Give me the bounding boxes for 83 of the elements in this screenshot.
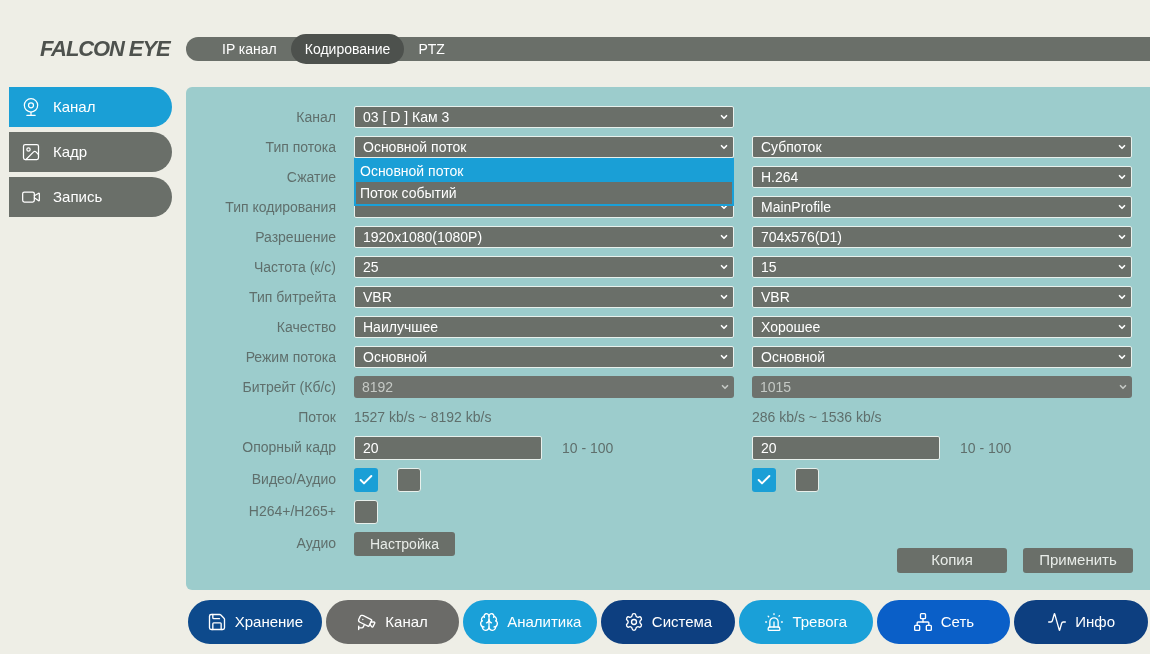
pulse-icon — [1047, 612, 1068, 632]
range-hint: 10 - 100 — [562, 438, 614, 458]
field-label: Качество — [275, 318, 336, 337]
dropdown-select[interactable]: 03 [ D ] Кам 3 — [354, 106, 734, 128]
webcam-icon — [21, 97, 41, 117]
network-icon — [912, 612, 933, 632]
range-hint: 10 - 100 — [960, 438, 1012, 458]
input-field[interactable]: 20 — [752, 436, 940, 460]
picture-icon — [21, 142, 41, 162]
alarm-light-icon — [764, 612, 785, 632]
caret-icon — [1117, 262, 1127, 272]
dropdown-select[interactable]: Основной — [354, 346, 734, 368]
field-label: Битрейт (Кб/с) — [241, 378, 336, 397]
field-label: Опорный кадр — [241, 438, 336, 457]
caret-icon — [719, 262, 729, 272]
caret-icon — [719, 292, 729, 302]
security-camera-icon — [357, 612, 378, 632]
settings-icon — [623, 612, 644, 632]
nav-tab[interactable]: Хранение — [186, 598, 324, 646]
caret-icon — [719, 112, 729, 122]
caret-icon — [719, 322, 729, 332]
checkbox[interactable] — [397, 468, 421, 492]
dropdown-select[interactable]: Основной поток — [354, 136, 734, 158]
sidebar-item[interactable]: Канал — [9, 87, 172, 127]
field-label: Канал — [295, 108, 336, 127]
nav-tab[interactable]: Канал — [323, 598, 462, 646]
caret-icon — [1117, 322, 1127, 332]
tab[interactable]: PTZ — [404, 37, 459, 61]
caret-icon — [1117, 232, 1127, 242]
dropdown-select[interactable]: H.264 — [752, 166, 1132, 188]
dropdown-select[interactable]: Хорошее — [752, 316, 1132, 338]
bitrate-range-text: 1527 kb/s ~ 8192 kb/s — [354, 408, 493, 427]
checkbox[interactable] — [354, 500, 378, 524]
field-label: Аудио — [295, 534, 336, 553]
field-label: Частота (к/с) — [252, 258, 336, 277]
caret-icon — [1117, 142, 1127, 152]
caret-icon — [1117, 202, 1127, 212]
field-label: H264+/H265+ — [247, 502, 336, 521]
field-label: Сжатие — [285, 168, 336, 187]
field-label: Видео/Аудио — [250, 470, 336, 489]
field-label: Тип потока — [264, 138, 336, 157]
caret-icon — [1117, 352, 1127, 362]
tab[interactable]: IP канал — [208, 37, 291, 61]
caret-icon — [720, 382, 730, 392]
dropdown-select[interactable]: MainProfile — [752, 196, 1132, 218]
caret-icon — [1117, 172, 1127, 182]
field-label: Режим потока — [244, 348, 336, 367]
dropdown-option[interactable]: Основной поток — [356, 160, 732, 182]
action-button[interactable]: Применить — [1023, 548, 1133, 573]
dropdown-select[interactable]: 25 — [354, 256, 734, 278]
nav-tab[interactable]: Сеть — [874, 598, 1013, 646]
nav-tab[interactable]: Инфо — [1012, 598, 1150, 646]
tab[interactable]: Кодирование — [290, 34, 405, 64]
field-label: Разрешение — [254, 228, 336, 247]
checkbox[interactable] — [752, 468, 776, 492]
dropdown-select[interactable]: 1920x1080(1080P) — [354, 226, 734, 248]
caret-icon — [719, 232, 729, 242]
dropdown-select[interactable]: VBR — [354, 286, 734, 308]
dropdown-select[interactable]: Основной — [752, 346, 1132, 368]
sidebar-item[interactable]: Запись — [9, 177, 172, 217]
nav-tab[interactable]: Тревога — [736, 598, 875, 646]
brand-logo: FALCON EYE — [40, 36, 170, 61]
field-label: Тип кодирования — [224, 198, 336, 217]
checkbox[interactable] — [795, 468, 819, 492]
nav-tab[interactable]: Система — [599, 598, 737, 646]
input-field[interactable]: 20 — [354, 436, 542, 460]
action-button[interactable]: Копия — [897, 548, 1007, 573]
dropdown-select[interactable]: VBR — [752, 286, 1132, 308]
dropdown-select[interactable]: Наилучшее — [354, 316, 734, 338]
bitrate-range-text: 286 kb/s ~ 1536 kb/s — [752, 408, 883, 427]
dropdown-select[interactable]: Субпоток — [752, 136, 1132, 158]
dropdown-select[interactable]: 15 — [752, 256, 1132, 278]
field-label: Поток — [297, 408, 336, 427]
dropdown-select[interactable]: 704x576(D1) — [752, 226, 1132, 248]
caret-icon — [1118, 382, 1128, 392]
field-label: Тип битрейта — [248, 288, 336, 307]
sidebar-item[interactable]: Кадр — [9, 132, 172, 172]
checkbox[interactable] — [354, 468, 378, 492]
caret-icon — [719, 142, 729, 152]
settings-button[interactable]: Настройка — [354, 532, 455, 556]
nav-tab[interactable]: Аналитика — [461, 598, 600, 646]
caret-icon — [1117, 292, 1127, 302]
caret-icon — [719, 352, 729, 362]
